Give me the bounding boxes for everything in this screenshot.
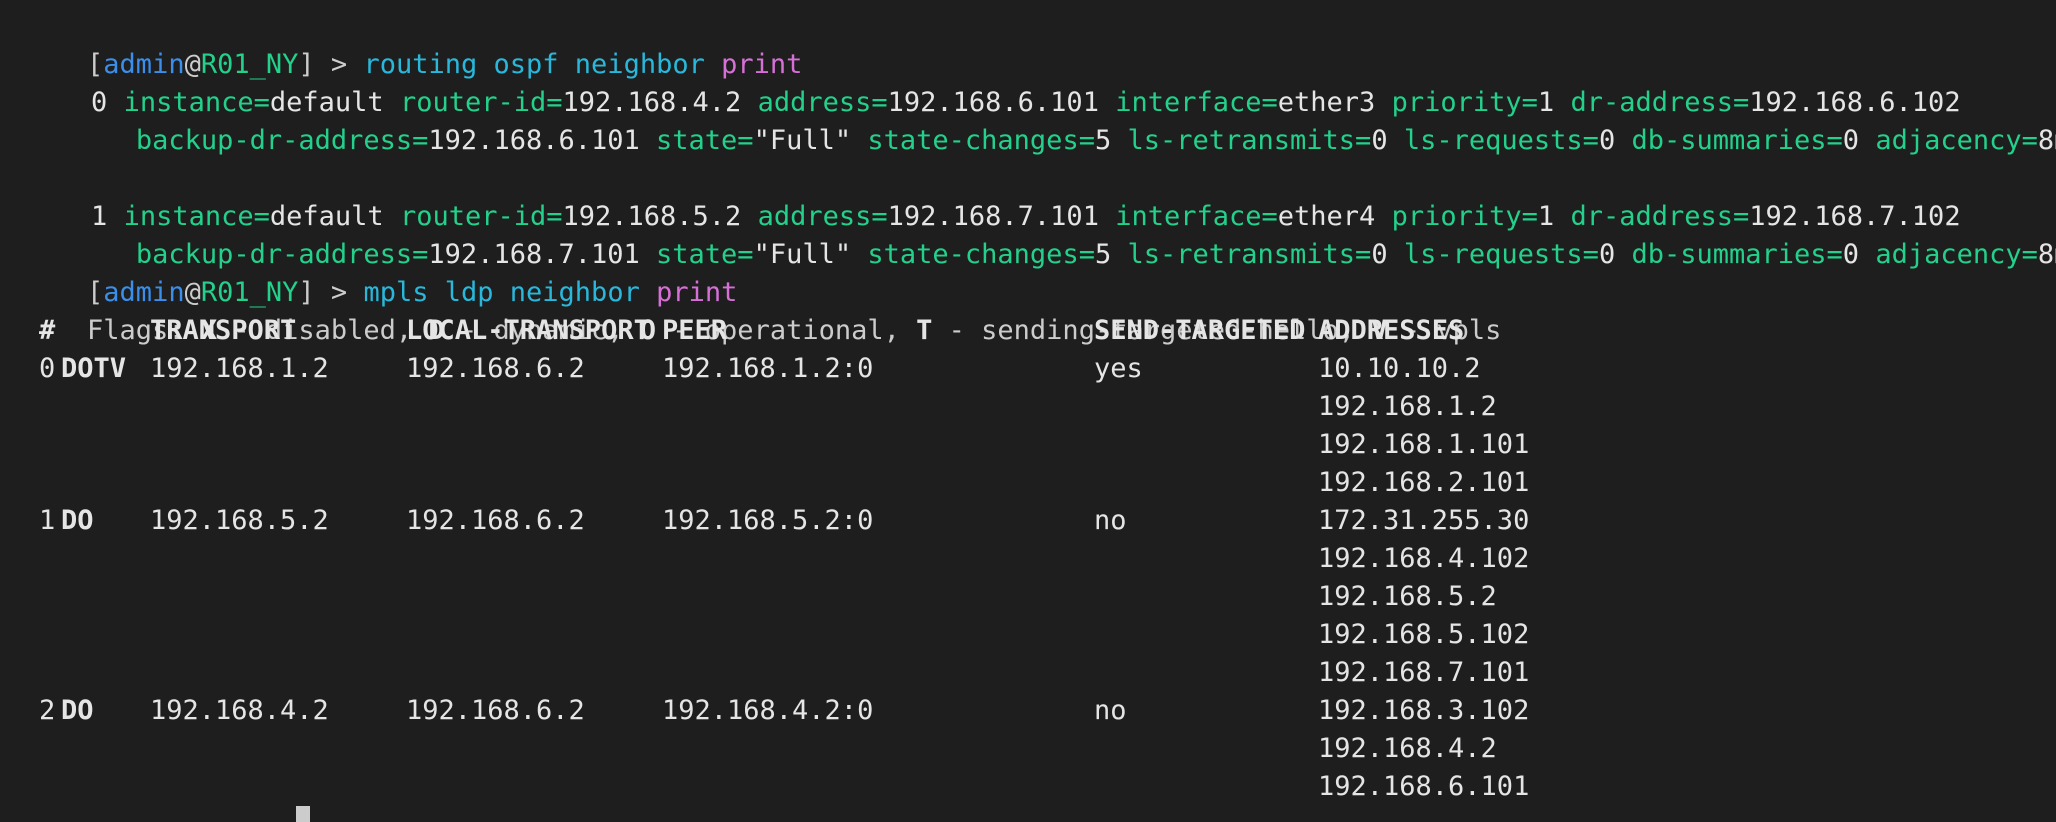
table-row: 0 DOTV 192.168.1.2 192.168.6.2 192.168.1.2:0… — [22, 350, 1622, 388]
cell-flags: DO — [61, 695, 94, 726]
cell-address: 192.168.6.101 — [1318, 771, 1530, 802]
cell-index: 1 — [39, 505, 56, 536]
column-header-peer: PEER — [662, 315, 728, 346]
table-row-continuation: 192.168.5.2 — [22, 578, 1622, 616]
table-row: 1 DO 192.168.5.2 192.168.6.2 192.168.5.2:0 no… — [22, 502, 1622, 540]
ospf-entry-0-line-2: backup-dr-address=192.168.6.101 state="F… — [22, 84, 2056, 156]
column-header-index: # — [39, 315, 56, 346]
ospf-key: ls-retransmits= — [1127, 239, 1372, 270]
cell-address: 192.168.4.2 — [1318, 733, 1497, 764]
ospf-value: "Full" — [753, 239, 852, 270]
ospf-value: "Full" — [753, 125, 852, 156]
cell-send-targeted: yes — [1094, 353, 1143, 384]
ospf-key: state-changes= — [867, 125, 1095, 156]
column-header-send-targeted: SEND-TARGETED — [1094, 315, 1306, 346]
table-row-continuation: 192.168.1.2 — [22, 388, 1622, 426]
ospf-value: 0 — [1371, 239, 1388, 270]
ospf-key: state-changes= — [867, 239, 1095, 270]
table-row-continuation: 192.168.2.101 — [22, 464, 1622, 502]
ldp-table-header: # TRANSPORT LOCAL-TRANSPORT PEER SEND-TA… — [22, 312, 1622, 350]
ospf-value: 0 — [1598, 239, 1616, 270]
ospf-key: backup-dr-address= — [135, 125, 429, 156]
cell-index: 2 — [39, 695, 56, 726]
table-row-continuation: 192.168.5.102 — [22, 616, 1622, 654]
table-row-continuation: 192.168.1.101 — [22, 426, 1622, 464]
ospf-key: db-summaries= — [1631, 125, 1843, 156]
cell-send-targeted: no — [1094, 695, 1127, 726]
column-header-transport: TRANSPORT — [150, 315, 297, 346]
terminal-cursor — [296, 806, 310, 822]
flags-legend: Flags: X - disabled, D - dynamic, O - op… — [22, 274, 1501, 346]
cell-address: 192.168.3.102 — [1318, 695, 1530, 726]
ospf-value: 0 — [1598, 125, 1616, 156]
ospf-value: 0 — [1371, 125, 1388, 156]
ospf-entry-1-line-1: 1 instance=default router-id=192.168.5.2… — [22, 160, 1961, 232]
ospf-value: 5 — [1094, 239, 1112, 270]
terminal-output: [admin@R01_NY] > routing ospf neighbor p… — [22, 8, 2056, 822]
cell-transport: 192.168.1.2 — [150, 353, 329, 384]
cell-address: 192.168.4.102 — [1318, 543, 1530, 574]
cell-address: 192.168.7.101 — [1318, 657, 1530, 688]
ospf-key: adjacency= — [1875, 239, 2038, 270]
table-row-continuation: 192.168.7.101 — [22, 654, 1622, 692]
ospf-key: db-summaries= — [1631, 239, 1843, 270]
cell-peer: 192.168.4.2:0 — [662, 695, 874, 726]
prompt-line-2: [admin@R01_NY] > mpls ldp neighbor print — [22, 236, 737, 308]
table-row-continuation: 192.168.6.101 — [22, 768, 1622, 806]
cell-send-targeted: no — [1094, 505, 1127, 536]
column-header-local-transport: LOCAL-TRANSPORT — [406, 315, 650, 346]
cell-peer: 192.168.1.2:0 — [662, 353, 874, 384]
ospf-value: 8m14s — [2037, 125, 2056, 156]
table-row-continuation: 192.168.4.102 — [22, 540, 1622, 578]
prompt-line-1: [admin@R01_NY] > routing ospf neighbor p… — [22, 8, 802, 80]
cell-local-transport: 192.168.6.2 — [406, 695, 585, 726]
cell-flags: DO — [61, 505, 94, 536]
ospf-key: state= — [656, 125, 754, 156]
cell-address: 192.168.1.101 — [1318, 429, 1530, 460]
ospf-value: 0 — [1842, 239, 1860, 270]
cell-index: 0 — [39, 353, 56, 384]
ospf-value: 192.168.6.101 — [428, 125, 640, 156]
cell-transport: 192.168.4.2 — [150, 695, 329, 726]
cell-address: 192.168.5.102 — [1318, 619, 1530, 650]
cell-local-transport: 192.168.6.2 — [406, 353, 585, 384]
cell-address: 192.168.1.2 — [1318, 391, 1497, 422]
table-row-continuation: 192.168.4.2 — [22, 730, 1622, 768]
ospf-value: 0 — [1842, 125, 1860, 156]
cell-flags: DOTV — [61, 353, 127, 384]
cell-local-transport: 192.168.6.2 — [406, 505, 585, 536]
ospf-key: ls-retransmits= — [1127, 125, 1372, 156]
cell-peer: 192.168.5.2:0 — [662, 505, 874, 536]
ospf-value: 8m14s — [2037, 239, 2056, 270]
ospf-key: adjacency= — [1875, 125, 2038, 156]
cell-address: 10.10.10.2 — [1318, 353, 1481, 384]
cell-address: 192.168.5.2 — [1318, 581, 1497, 612]
ospf-key: ls-requests= — [1403, 125, 1599, 156]
cell-transport: 192.168.5.2 — [150, 505, 329, 536]
table-row: 2 DO 192.168.4.2 192.168.6.2 192.168.4.2:0 no… — [22, 692, 1622, 730]
ospf-entry-0-line-1: 0 instance=default router-id=192.168.4.2… — [22, 46, 1961, 118]
ospf-value: 5 — [1094, 125, 1112, 156]
cell-address: 192.168.2.101 — [1318, 467, 1530, 498]
ospf-entry-1-line-2: backup-dr-address=192.168.7.101 state="F… — [22, 198, 2056, 270]
column-header-addresses: ADDRESSES — [1318, 315, 1465, 346]
ospf-key: ls-requests= — [1403, 239, 1599, 270]
cell-address: 172.31.255.30 — [1318, 505, 1530, 536]
